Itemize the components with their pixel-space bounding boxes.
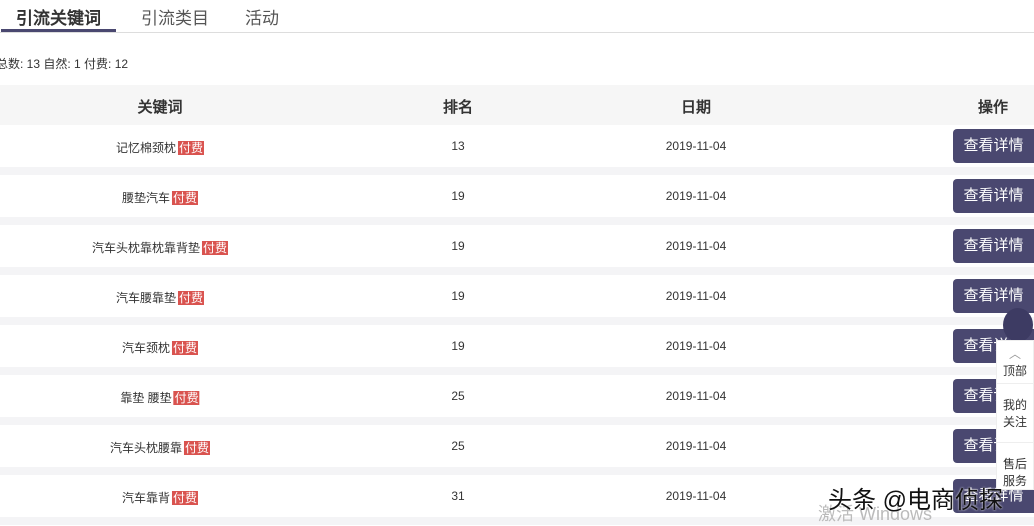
keyword-cell: 汽车头枕靠枕靠背垫 付费 xyxy=(91,239,229,256)
back-to-top-label: 顶部 xyxy=(1002,364,1027,378)
row-divider xyxy=(0,317,1034,325)
row-divider xyxy=(0,267,1034,275)
paid-badge: 付费 xyxy=(184,441,211,455)
keyword-text: 汽车腰靠垫 xyxy=(115,291,176,305)
keyword-text: 汽车颈枕 xyxy=(121,341,170,355)
floating-menu: ︿ 顶部 我的关注 售后服务 xyxy=(996,340,1034,490)
date-cell: 2019-11-04 xyxy=(665,389,727,403)
rank-cell: 13 xyxy=(451,139,465,153)
keyword-cell: 记忆棉颈枕 付费 xyxy=(115,139,205,156)
watermark: 头条 @电商侦探 xyxy=(828,487,1004,514)
paid-badge: 付费 xyxy=(172,341,199,355)
date-cell: 2019-11-04 xyxy=(665,289,727,303)
keyword-cell: 汽车头枕腰靠 付费 xyxy=(109,439,211,456)
row-divider xyxy=(0,217,1034,225)
date-cell: 2019-11-04 xyxy=(665,339,727,353)
chevron-up-icon: ︿ xyxy=(1008,347,1021,361)
row-divider xyxy=(0,467,1034,475)
table-row: 汽车颈枕 付费 19 2019-11-04 查看详情 xyxy=(0,325,1034,367)
rank-cell: 19 xyxy=(451,189,465,203)
rank-cell: 19 xyxy=(451,289,465,303)
date-cell: 2019-11-04 xyxy=(665,189,727,203)
header-rank: 排名 xyxy=(442,99,474,116)
rank-cell: 19 xyxy=(451,239,465,253)
row-divider xyxy=(0,167,1034,175)
view-details-button[interactable]: 查看详情 xyxy=(953,179,1034,213)
header-date: 日期 xyxy=(680,99,712,116)
keyword-text: 腰垫汽车 xyxy=(121,191,170,205)
view-details-button[interactable]: 查看详情 xyxy=(953,129,1034,163)
header-action: 操作 xyxy=(977,99,1009,116)
keyword-cell: 腰垫汽车 付费 xyxy=(121,189,199,206)
table-row: 汽车头枕靠枕靠背垫 付费 19 2019-11-04 查看详情 xyxy=(0,225,1034,267)
mascot-icon xyxy=(1003,308,1033,342)
date-cell: 2019-11-04 xyxy=(665,139,727,153)
keyword-text: 汽车靠背 xyxy=(121,491,170,505)
keyword-cell: 汽车腰靠垫 付费 xyxy=(115,289,205,306)
back-to-top-button[interactable]: ︿ 顶部 xyxy=(997,341,1033,384)
tab-activities[interactable]: 活动 xyxy=(245,4,279,29)
row-divider xyxy=(0,367,1034,375)
paid-badge: 付费 xyxy=(172,191,199,205)
table-row: 汽车腰靠垫 付费 19 2019-11-04 查看详情 xyxy=(0,275,1034,317)
summary-counts: 总数: 13 自然: 1 付费: 12 xyxy=(0,57,129,71)
rank-cell: 31 xyxy=(451,489,465,503)
tab-bar: 引流关键词 引流类目 活动 xyxy=(0,0,1034,33)
keyword-text: 汽车头枕腰靠 xyxy=(109,441,182,455)
keyword-cell: 靠垫 腰垫 付费 xyxy=(120,389,200,406)
tab-keywords[interactable]: 引流关键词 xyxy=(16,4,101,29)
keyword-cell: 汽车靠背 付费 xyxy=(121,489,199,506)
date-cell: 2019-11-04 xyxy=(665,239,727,253)
keyword-text: 靠垫 腰垫 xyxy=(120,391,172,405)
paid-badge: 付费 xyxy=(202,241,229,255)
rank-cell: 19 xyxy=(451,339,465,353)
table-row: 腰垫汽车 付费 19 2019-11-04 查看详情 xyxy=(0,175,1034,217)
table-row: 记忆棉颈枕 付费 13 2019-11-04 查看详情 xyxy=(0,125,1034,167)
rank-cell: 25 xyxy=(451,439,465,453)
header-keyword: 关键词 xyxy=(137,99,183,116)
my-follow-button[interactable]: 我的关注 xyxy=(997,384,1033,443)
keyword-text: 汽车头枕靠枕靠背垫 xyxy=(91,241,200,255)
table-header: 关键词 排名 日期 操作 xyxy=(0,85,1034,125)
paid-badge: 付费 xyxy=(178,291,205,305)
keyword-text: 记忆棉颈枕 xyxy=(115,141,176,155)
paid-badge: 付费 xyxy=(178,141,205,155)
date-cell: 2019-11-04 xyxy=(665,439,727,453)
keyword-cell: 汽车颈枕 付费 xyxy=(121,339,199,356)
paid-badge: 付费 xyxy=(172,491,199,505)
date-cell: 2019-11-04 xyxy=(665,489,727,503)
paid-badge: 付费 xyxy=(173,391,200,405)
active-tab-indicator xyxy=(1,29,116,32)
table-row: 靠垫 腰垫 付费 25 2019-11-04 查看详情 xyxy=(0,375,1034,417)
rank-cell: 25 xyxy=(451,389,465,403)
row-divider xyxy=(0,417,1034,425)
view-details-button[interactable]: 查看详情 xyxy=(953,229,1034,263)
tab-categories[interactable]: 引流类目 xyxy=(141,4,209,29)
table-row: 汽车头枕腰靠 付费 25 2019-11-04 查看详情 xyxy=(0,425,1034,467)
